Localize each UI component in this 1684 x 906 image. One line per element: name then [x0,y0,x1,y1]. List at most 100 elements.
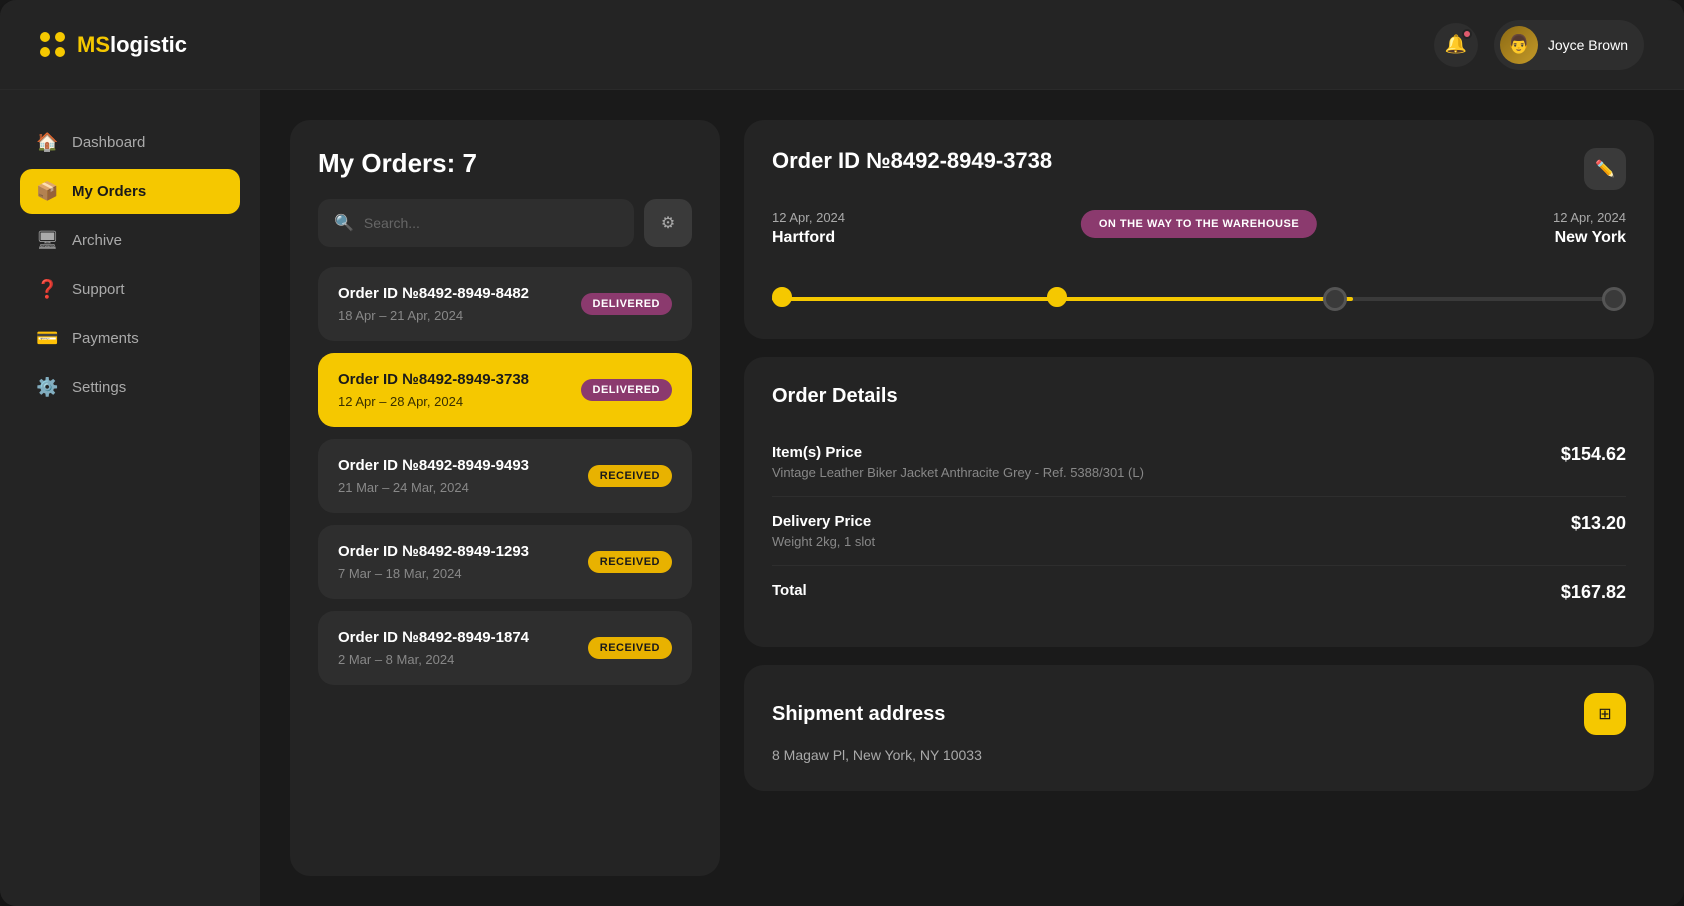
tracking-status-badge: ON THE WAY TO THE WAREHOUSE [1081,210,1317,238]
content-area: My Orders: 7 🔍 ⚙ Order [260,90,1684,906]
progress-bar [772,287,1626,311]
sidebar-label-my-orders: My Orders [72,183,146,200]
logo-dot [55,47,65,57]
main-layout: 🏠 Dashboard 📦 My Orders 🖥 Archive ❓ Supp… [0,90,1684,906]
shipment-address: 8 Magaw Pl, New York, NY 10033 [772,747,1626,763]
pencil-icon: ✏️ [1595,159,1615,179]
logo-dots [40,32,65,57]
tracking-row: 12 Apr, 2024 Hartford ON THE WAY TO THE … [772,210,1626,247]
warehouse-button[interactable]: ⊞ [1584,693,1626,735]
order-card-2[interactable]: Order ID №8492-8949-9493 21 Mar – 24 Mar… [318,439,692,513]
logo-text: MSlogistic [77,32,187,58]
origin-date: 12 Apr, 2024 [772,210,845,225]
orders-title: My Orders: 7 [318,148,692,179]
tracking-card: Order ID №8492-8949-3738 ✏️ 12 Apr, 2024… [744,120,1654,339]
origin-location: 12 Apr, 2024 Hartford [772,210,845,247]
home-icon: 🏠 [36,132,58,153]
logo-dot [40,32,50,42]
order-card-3[interactable]: Order ID №8492-8949-1293 7 Mar – 18 Mar,… [318,525,692,599]
status-badge: RECEIVED [588,465,672,487]
filter-button[interactable]: ⚙ [644,199,692,247]
order-id: Order ID №8492-8949-1293 [338,543,529,560]
sidebar-item-payments[interactable]: 💳 Payments [20,316,240,361]
total-row: Total $167.82 [772,566,1626,619]
items-price-row: Item(s) Price Vintage Leather Biker Jack… [772,428,1626,497]
detail-header: Order ID №8492-8949-3738 ✏️ [772,148,1626,190]
order-card-info: Order ID №8492-8949-1293 7 Mar – 18 Mar,… [338,543,529,581]
app-window: MSlogistic 🔔 👨 Joyce Brown 🏠 Dashboard 📦 [0,0,1684,906]
order-card-info: Order ID №8492-8949-1874 2 Mar – 8 Mar, … [338,629,529,667]
shipment-title: Shipment address [772,703,945,726]
search-input-wrap: 🔍 [318,199,634,247]
status-badge: DELIVERED [581,379,672,401]
support-icon: ❓ [36,279,58,300]
items-price-value: $154.62 [1561,444,1626,465]
user-pill[interactable]: 👨 Joyce Brown [1494,20,1644,70]
logo-suffix: logistic [110,32,187,57]
shipment-card: Shipment address ⊞ 8 Magaw Pl, New York,… [744,665,1654,791]
archive-icon: 🖥 [36,230,58,251]
order-date: 21 Mar – 24 Mar, 2024 [338,480,529,495]
user-name: Joyce Brown [1548,37,1628,53]
search-icon: 🔍 [334,213,354,233]
items-price-desc: Vintage Leather Biker Jacket Anthracite … [772,465,1144,480]
header: MSlogistic 🔔 👨 Joyce Brown [0,0,1684,90]
status-badge: DELIVERED [581,293,672,315]
warehouse-icon: ⊞ [1598,704,1611,724]
delivery-price-label: Delivery Price [772,513,875,530]
order-card-1[interactable]: Order ID №8492-8949-3738 12 Apr – 28 Apr… [318,353,692,427]
logo-area: MSlogistic [40,32,1434,58]
delivery-price-info: Delivery Price Weight 2kg, 1 slot [772,513,875,549]
sidebar-item-support[interactable]: ❓ Support [20,267,240,312]
sidebar-item-archive[interactable]: 🖥 Archive [20,218,240,263]
dest-date: 12 Apr, 2024 [1553,210,1626,225]
logo-dot [40,47,50,57]
sidebar-item-my-orders[interactable]: 📦 My Orders [20,169,240,214]
search-input[interactable] [364,199,618,247]
delivery-price-value: $13.20 [1571,513,1626,534]
sidebar-label-payments: Payments [72,330,139,347]
settings-icon: ⚙️ [36,377,58,398]
order-details-title: Order Details [772,385,1626,408]
order-card-info: Order ID №8492-8949-8482 18 Apr – 21 Apr… [338,285,529,323]
notifications-button[interactable]: 🔔 [1434,23,1478,67]
status-badge: RECEIVED [588,551,672,573]
order-date: 18 Apr – 21 Apr, 2024 [338,308,529,323]
progress-node-1 [772,287,792,307]
order-details-card: Order Details Item(s) Price Vintage Leat… [744,357,1654,647]
sidebar-item-settings[interactable]: ⚙️ Settings [20,365,240,410]
order-date: 12 Apr – 28 Apr, 2024 [338,394,529,409]
search-bar: 🔍 ⚙ [318,199,692,247]
order-card-4[interactable]: Order ID №8492-8949-1874 2 Mar – 8 Mar, … [318,611,692,685]
orders-icon: 📦 [36,181,58,202]
order-id: Order ID №8492-8949-8482 [338,285,529,302]
sidebar-label-support: Support [72,281,125,298]
orders-list: Order ID №8492-8949-8482 18 Apr – 21 Apr… [318,267,692,685]
total-value: $167.82 [1561,582,1626,603]
detail-panel: Order ID №8492-8949-3738 ✏️ 12 Apr, 2024… [744,120,1654,876]
filter-icon: ⚙ [661,213,675,233]
items-price-info: Item(s) Price Vintage Leather Biker Jack… [772,444,1144,480]
items-price-label: Item(s) Price [772,444,1144,461]
total-header: Total $167.82 [772,582,1626,603]
order-id: Order ID №8492-8949-1874 [338,629,529,646]
delivery-price-desc: Weight 2kg, 1 slot [772,534,875,549]
origin-city: Hartford [772,229,845,247]
progress-nodes [772,287,1626,311]
sidebar: 🏠 Dashboard 📦 My Orders 🖥 Archive ❓ Supp… [0,90,260,906]
order-card-0[interactable]: Order ID №8492-8949-8482 18 Apr – 21 Apr… [318,267,692,341]
items-price-header: Item(s) Price Vintage Leather Biker Jack… [772,444,1626,480]
sidebar-item-dashboard[interactable]: 🏠 Dashboard [20,120,240,165]
logo-prefix: MS [77,32,110,57]
shipment-header: Shipment address ⊞ [772,693,1626,735]
progress-node-2 [1047,287,1067,307]
header-right: 🔔 👨 Joyce Brown [1434,20,1644,70]
status-badge: RECEIVED [588,637,672,659]
sidebar-label-dashboard: Dashboard [72,134,145,151]
delivery-price-row: Delivery Price Weight 2kg, 1 slot $13.20 [772,497,1626,566]
detail-order-id: Order ID №8492-8949-3738 [772,148,1052,174]
dest-city: New York [1553,229,1626,247]
edit-button[interactable]: ✏️ [1584,148,1626,190]
logo-dot [55,32,65,42]
delivery-price-header: Delivery Price Weight 2kg, 1 slot $13.20 [772,513,1626,549]
